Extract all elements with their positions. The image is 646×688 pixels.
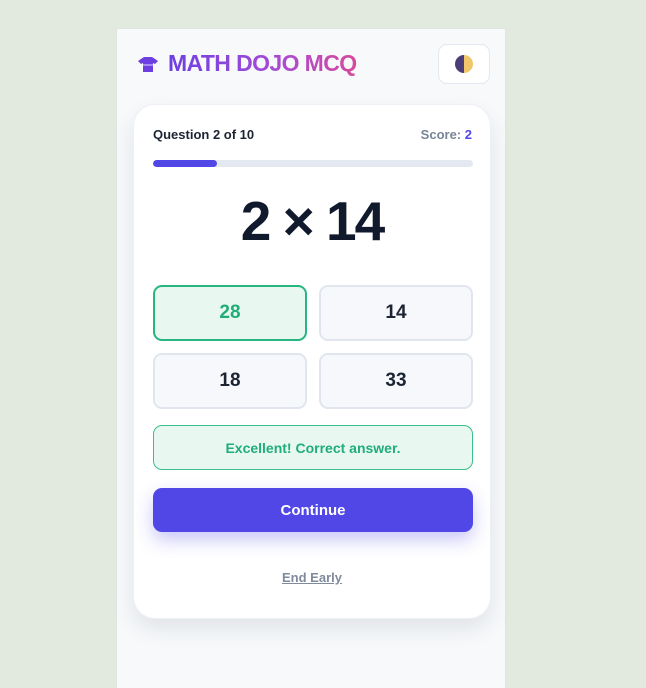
answer-option[interactable]: 14: [319, 285, 473, 341]
half-moon-theme-icon: [455, 55, 473, 73]
answer-grid: 28 14 18 33: [153, 285, 473, 409]
answer-option[interactable]: 33: [319, 353, 473, 409]
question-text: 2 × 14: [240, 190, 385, 252]
theme-toggle-button[interactable]: [438, 44, 490, 84]
score: Score: 2: [421, 127, 472, 142]
progress-bar: [153, 160, 473, 167]
app-frame: MATH DOJO MCQ Question 2 of 10 Score: 2 …: [116, 28, 506, 688]
answer-option[interactable]: 28: [153, 285, 307, 341]
question-counter: Question 2 of 10: [153, 127, 255, 142]
score-value: 2: [464, 127, 472, 142]
continue-button[interactable]: Continue: [153, 488, 473, 532]
score-label: Score:: [420, 127, 462, 142]
progress-fill: [153, 160, 217, 167]
gi-icon: [138, 57, 158, 72]
feedback-message: Excellent! Correct answer.: [153, 425, 473, 470]
quiz-card: Question 2 of 10 Score: 2 2 × 14 28 14 1…: [133, 104, 491, 619]
end-early-link[interactable]: End Early: [134, 570, 490, 585]
app-header: MATH DOJO MCQ: [117, 29, 505, 103]
app-title: MATH DOJO MCQ: [168, 50, 357, 76]
answer-option[interactable]: 18: [153, 353, 307, 409]
